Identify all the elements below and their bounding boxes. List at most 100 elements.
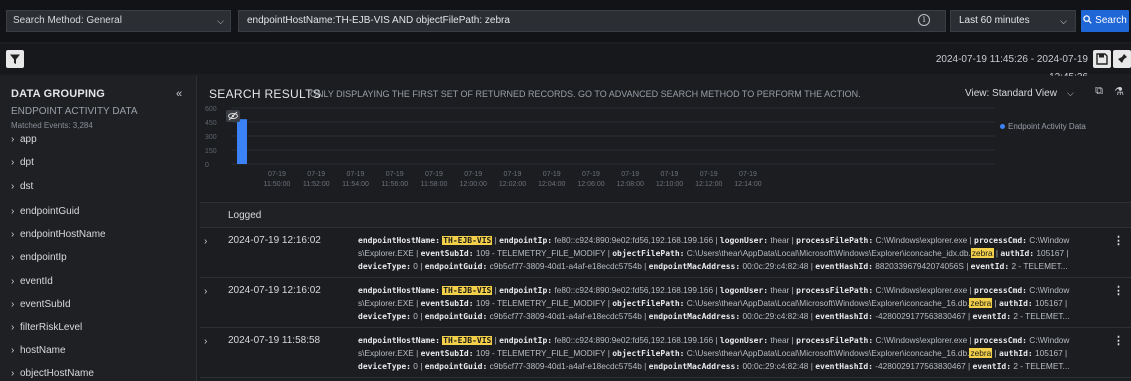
field-value: 882033967942074056S (875, 261, 964, 271)
x-tick-date: 07-19 (700, 171, 718, 178)
field-value: C:\Users\thear\AppData\Local\Microsoft\W… (686, 298, 970, 308)
sidebar-item-eventid[interactable]: › eventId (11, 276, 53, 287)
sidebar-item-objecthostname[interactable]: › objectHostName (11, 368, 94, 379)
field-value: 109 - TELEMETRY_FILE_MODIFY (475, 248, 606, 258)
field-key: endpointGuid: (424, 262, 488, 271)
save-icon (1096, 53, 1108, 65)
chevron-down-icon: ⌵ (1060, 16, 1067, 26)
field-key: authId: (999, 299, 1033, 308)
view-select[interactable]: View: Standard View (965, 88, 1057, 99)
x-tick-time: 11:56:00 (381, 181, 408, 188)
field-key: eventSubId: (420, 249, 474, 258)
highlight-match: zebra (970, 248, 994, 258)
field-key: endpointIp: (499, 336, 553, 345)
row-menu-icon[interactable]: ⋮ (1113, 334, 1124, 347)
external-link-icon[interactable]: ⧉ (1092, 85, 1106, 99)
sidebar-item-filterrisklevel[interactable]: › filterRiskLevel (11, 322, 82, 333)
field-key: authId: (1000, 249, 1035, 258)
sidebar-item-label: dpt (20, 157, 34, 168)
sidebar-item-dpt[interactable]: › dpt (11, 157, 34, 168)
x-tick-date: 07-19 (307, 171, 325, 178)
field-value: 105167 (1035, 348, 1063, 358)
column-header-logged[interactable]: Logged (228, 210, 261, 221)
expand-row-icon[interactable]: › (204, 286, 207, 297)
field-key: objectFilePath: (612, 249, 685, 258)
sidebar-item-endpointip[interactable]: › endpointIp (11, 252, 67, 263)
x-tick-time: 12:12:00 (695, 181, 722, 188)
info-icon[interactable]: i (918, 14, 930, 26)
field-key: eventHashId: (815, 312, 873, 321)
field-value: 0 (413, 361, 418, 371)
time-range-select[interactable]: Last 60 minutes ⌵ (950, 10, 1076, 32)
chevron-down-icon[interactable]: ⌵ (1067, 88, 1074, 99)
group-subtitle: ENDPOINT ACTIVITY DATA (11, 106, 138, 117)
row-menu-icon[interactable]: ⋮ (1113, 234, 1124, 247)
x-tick-time: 11:58:00 (421, 181, 448, 188)
results-title: SEARCH RESULTS (209, 87, 322, 101)
highlight-match: zebra (969, 348, 993, 358)
results-note: ONLY DISPLAYING THE FIRST SET OF RETURNE… (310, 89, 861, 99)
field-key: eventSubId: (420, 299, 474, 308)
field-key: processCmd: (974, 336, 1027, 345)
x-tick-time: 11:52:00 (303, 181, 330, 188)
field-key: eventSubId: (420, 349, 474, 358)
row-timestamp: 2024-07-19 12:16:02 (228, 235, 321, 246)
legend-label: Endpoint Activity Data (1008, 122, 1086, 131)
hide-chart-icon[interactable] (226, 110, 240, 122)
field-value: c9b5cf77-3809-40d1-a4af-e18ecdc5754b (489, 311, 642, 321)
field-key: objectFilePath: (612, 349, 685, 358)
sidebar-item-eventsubid[interactable]: › eventSubId (11, 299, 71, 310)
x-tick-time: 12:10:00 (656, 181, 683, 188)
field-value: thear (770, 235, 790, 245)
sidebar-item-endpointguid[interactable]: › endpointGuid (11, 206, 80, 217)
chevron-down-icon: ⌵ (217, 16, 224, 26)
field-key: objectFilePath: (612, 299, 685, 308)
x-tick-date: 07-19 (621, 171, 639, 178)
chevron-right-icon: › (11, 252, 15, 263)
save-button[interactable] (1093, 50, 1111, 68)
field-key: endpointHostName: (358, 336, 440, 345)
expand-row-icon[interactable]: › (204, 336, 207, 347)
field-value: C:\Users\thear\AppData\Local\Microsoft\W… (686, 348, 970, 358)
sidebar-item-label: endpointGuid (20, 206, 80, 217)
x-tick-time: 12:04:00 (538, 181, 565, 188)
row-menu-icon[interactable]: ⋮ (1113, 284, 1124, 297)
sidebar-item-label: filterRiskLevel (20, 322, 83, 333)
field-key: logonUser: (719, 236, 769, 245)
row-details: endpointHostName: TH-EJB-VIS | endpointI… (358, 285, 1070, 321)
chart-bar[interactable] (237, 119, 247, 164)
field-value: fe80::c924:890:9e02:fd56,192.168.199.166 (554, 285, 714, 295)
field-value: fe80::c924:890:9e02:fd56,192.168.199.166 (554, 235, 714, 245)
x-tick-time: 12:06:00 (577, 181, 604, 188)
sidebar-item-label: endpointHostName (20, 229, 106, 240)
x-tick-time: 11:54:00 (342, 181, 369, 188)
query-input[interactable]: endpointHostName:TH-EJB-VIS AND objectFi… (238, 10, 946, 32)
field-key: endpointMacAddress: (648, 362, 741, 371)
x-tick-date: 07-19 (504, 171, 522, 178)
sidebar-item-label: app (20, 134, 37, 145)
sidebar-item-endpointhostname[interactable]: › endpointHostName (11, 229, 106, 240)
sidebar-item-dst[interactable]: › dst (11, 181, 33, 192)
sidebar-item-hostname[interactable]: › hostName (11, 345, 66, 356)
field-value: s\Explorer.EXE (358, 348, 414, 358)
field-key: endpointHostName: (358, 286, 440, 295)
filter-button[interactable] (6, 50, 24, 68)
search-button[interactable]: Search (1081, 10, 1129, 32)
share-icon[interactable]: ⚗ (1112, 85, 1126, 99)
highlight-match: TH-EJB-VIS (442, 336, 493, 345)
field-value: 2 - TELEMET... (1011, 261, 1068, 271)
pin-button[interactable] (1113, 50, 1131, 68)
highlight-match: TH-EJB-VIS (442, 286, 493, 295)
field-key: endpointMacAddress: (648, 312, 741, 321)
matched-events-count: Matched Events: 3,284 (11, 121, 93, 130)
search-method-select[interactable]: Search Method: General ⌵ (6, 10, 231, 32)
sidebar-item-app[interactable]: › app (11, 134, 37, 145)
collapse-panel-icon[interactable]: « (176, 88, 182, 100)
field-value: 105167 (1036, 248, 1065, 258)
field-value: 2 - TELEMET... (1013, 361, 1070, 371)
expand-row-icon[interactable]: › (204, 236, 207, 247)
x-tick-date: 07-19 (464, 171, 482, 178)
field-key: endpointMacAddress: (648, 262, 741, 271)
chart-legend: Endpoint Activity Data (1000, 122, 1086, 131)
field-key: deviceType: (358, 262, 411, 271)
